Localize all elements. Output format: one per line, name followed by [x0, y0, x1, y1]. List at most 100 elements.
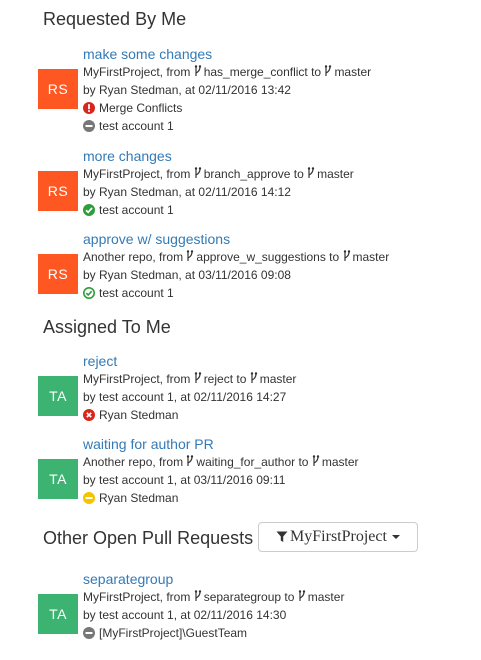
project-name: MyFirstProject — [83, 372, 160, 386]
status-row: [MyFirstProject]\GuestTeam — [83, 624, 463, 642]
branch-icon — [194, 372, 201, 383]
branch-icon — [194, 167, 201, 178]
branch-icon — [307, 167, 315, 178]
reviewer-name: test account 1 — [99, 286, 174, 300]
pr-author-line: by Ryan Stedman, at 02/11/2016 14:12 — [83, 185, 291, 199]
check-outline-icon — [83, 287, 95, 299]
avatar: RS — [38, 171, 78, 211]
status-row: Ryan Stedman — [83, 489, 463, 507]
status-row: test account 1 — [83, 201, 463, 219]
target-branch: master — [321, 455, 359, 469]
to-text: to — [290, 167, 308, 181]
pr-author-line: by Ryan Stedman, at 03/11/2016 09:08 — [83, 268, 291, 282]
reviewer-name: Ryan Stedman — [99, 491, 179, 505]
target-branch: master — [259, 372, 297, 386]
waiting-icon — [83, 492, 95, 504]
branch-icon — [312, 455, 320, 466]
source-branch: branch_approve — [203, 167, 291, 181]
pr-title-link[interactable]: approve w/ suggestions — [83, 230, 463, 248]
reject-icon — [83, 409, 95, 421]
pull-request-item: TA waiting for author PR Another repo, f… — [38, 435, 458, 525]
status-row: Merge Conflicts — [83, 99, 463, 117]
avatar: TA — [38, 594, 78, 634]
avatar: TA — [38, 376, 78, 416]
to-text: to — [281, 590, 298, 604]
branch-icon — [187, 250, 194, 261]
filter-icon — [276, 531, 288, 542]
pr-title-link[interactable]: waiting for author PR — [83, 435, 463, 453]
project-name: Another repo — [83, 455, 153, 469]
project-name: MyFirstProject — [83, 65, 160, 79]
from-text: , from — [152, 250, 187, 264]
branch-icon — [325, 65, 332, 76]
status-row: Ryan Stedman — [83, 406, 463, 424]
to-text: to — [233, 372, 250, 386]
status-row: test account 1 — [83, 284, 463, 302]
status-text: Merge Conflicts — [99, 101, 183, 115]
pull-request-item: TA separategroup MyFirstProject, from se… — [38, 570, 458, 660]
requested-by-me-heading: Requested By Me — [43, 9, 187, 29]
project-name: Another repo — [83, 250, 153, 264]
from-text: , from — [152, 455, 187, 469]
filter-label: MyFirstProject — [290, 528, 387, 545]
target-branch: master — [307, 590, 345, 604]
pull-request-item: RS more changes MyFirstProject, from bra… — [38, 147, 458, 237]
pr-title-link[interactable]: make some changes — [83, 45, 463, 63]
project-name: MyFirstProject — [83, 590, 160, 604]
source-branch: approve_w_suggestions — [196, 250, 326, 264]
pull-request-item: TA reject MyFirstProject, from reject to… — [38, 352, 458, 442]
branch-icon — [187, 455, 194, 466]
branch-icon — [298, 590, 305, 601]
minus-icon — [83, 120, 95, 132]
pr-branch-line: Another repo, from approve_w_suggestions… — [83, 248, 463, 266]
from-text: , from — [159, 372, 194, 386]
source-branch: reject — [203, 372, 234, 386]
check-filled-icon — [83, 204, 95, 216]
pr-author-line: by test account 1, at 02/11/2016 14:30 — [83, 608, 287, 622]
assigned-to-me-heading: Assigned To Me — [43, 317, 171, 337]
to-text: to — [295, 455, 312, 469]
pr-title-link[interactable]: separategroup — [83, 570, 463, 588]
project-name: MyFirstProject — [83, 167, 160, 181]
pr-branch-line: MyFirstProject, from has_merge_conflict … — [83, 63, 463, 81]
pr-branch-line: Another repo, from waiting_for_author to… — [83, 453, 463, 471]
reviewer-name: test account 1 — [99, 203, 174, 217]
target-branch: master — [334, 65, 372, 79]
source-branch: separategroup — [203, 590, 282, 604]
avatar: RS — [38, 254, 78, 294]
project-filter-dropdown[interactable]: MyFirstProject — [258, 522, 418, 552]
from-text: , from — [159, 590, 194, 604]
avatar: RS — [38, 69, 78, 109]
branch-icon — [250, 372, 257, 383]
pr-author-line: by test account 1, at 03/11/2016 09:11 — [83, 473, 286, 487]
pull-request-item: RS make some changes MyFirstProject, fro… — [38, 45, 458, 135]
branch-icon — [194, 65, 201, 76]
pr-branch-line: MyFirstProject, from separategroup to ma… — [83, 588, 463, 606]
from-text: , from — [159, 65, 194, 79]
pull-request-item: RS approve w/ suggestions Another repo, … — [38, 230, 458, 320]
other-open-pull-requests-heading: Other Open Pull Requests — [43, 528, 254, 548]
error-icon — [83, 102, 95, 114]
target-branch: master — [317, 167, 354, 181]
target-branch: master — [352, 250, 390, 264]
status-row: test account 1 — [83, 117, 463, 135]
to-text: to — [325, 250, 343, 264]
pr-title-link[interactable]: reject — [83, 352, 463, 370]
avatar: TA — [38, 459, 78, 499]
source-branch: has_merge_conflict — [203, 65, 308, 79]
reviewer-name: Ryan Stedman — [99, 408, 179, 422]
to-text: to — [307, 65, 325, 79]
branch-icon — [343, 250, 350, 261]
reviewer-name: test account 1 — [99, 119, 174, 133]
pr-branch-line: MyFirstProject, from reject to master — [83, 370, 463, 388]
reviewer-group: [MyFirstProject]\GuestTeam — [99, 626, 248, 640]
minus-icon — [83, 627, 95, 639]
pr-author-line: by test account 1, at 02/11/2016 14:27 — [83, 390, 287, 404]
pr-author-line: by Ryan Stedman, at 02/11/2016 13:42 — [83, 83, 291, 97]
caret-down-icon — [391, 535, 400, 539]
pr-branch-line: MyFirstProject, from branch_approve to m… — [83, 165, 463, 183]
branch-icon — [194, 590, 201, 601]
pr-title-link[interactable]: more changes — [83, 147, 463, 165]
source-branch: waiting_for_author — [196, 455, 296, 469]
from-text: , from — [159, 167, 194, 181]
